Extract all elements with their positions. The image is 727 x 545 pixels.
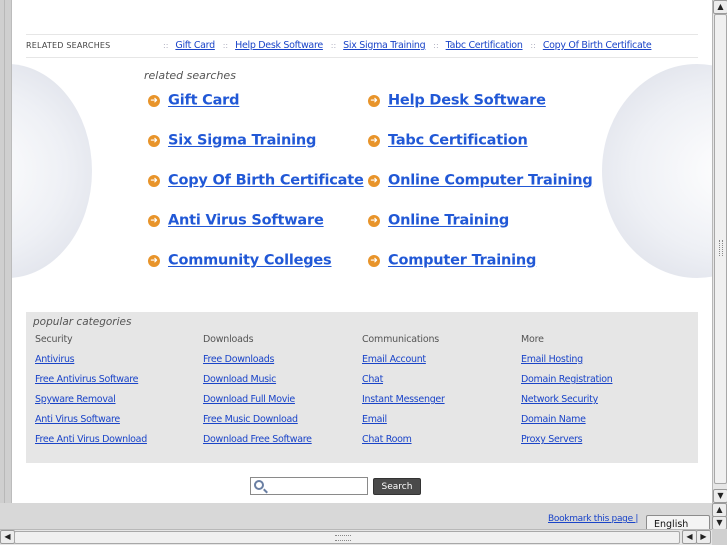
category-link[interactable]: Download Music [203, 374, 363, 394]
category-link[interactable]: Antivirus [35, 354, 195, 374]
vertical-scrollbar[interactable]: ▲ ▼ [712, 0, 727, 503]
arrow-right-icon: ➜ [368, 134, 380, 147]
related-link[interactable]: Gift Card [175, 40, 215, 51]
list-item[interactable]: ➜ Six Sigma Training [148, 130, 316, 154]
related-link[interactable]: Tabc Certification [446, 40, 523, 51]
category-link[interactable]: Free Music Download [203, 414, 363, 434]
related-link[interactable]: Six Sigma Training [343, 40, 426, 51]
scroll-left-button[interactable]: ◀ [0, 530, 15, 544]
category-link[interactable]: Spyware Removal [35, 394, 195, 414]
search-button[interactable]: Search [373, 478, 421, 495]
category-heading: Downloads [203, 334, 254, 345]
category-link[interactable]: Email [362, 414, 522, 434]
related-searches-bar: RELATED SEARCHES :: Gift Card :: Help Desk… [26, 34, 698, 58]
category-link[interactable]: Email Account [362, 354, 522, 374]
list-item[interactable]: ➜ Online Computer Training [368, 170, 593, 194]
arrow-right-icon: ➜ [148, 174, 160, 187]
separator: :: [330, 41, 337, 50]
category-link[interactable]: Instant Messenger [362, 394, 522, 414]
list-item[interactable]: ➜ Online Training [368, 210, 509, 234]
category-link[interactable]: Chat Room [362, 434, 522, 454]
category-link[interactable]: Email Hosting [521, 354, 681, 374]
related-searches-links: :: Gift Card :: Help Desk Software :: Six S… [158, 40, 652, 51]
search-link[interactable]: Tabc Certification [388, 133, 528, 149]
category-link[interactable]: Download Full Movie [203, 394, 363, 414]
category-heading: Communications [362, 334, 440, 345]
category-link[interactable]: Network Security [521, 394, 681, 414]
category-link[interactable]: Chat [362, 374, 522, 394]
separator: :: [163, 41, 169, 50]
arrow-right-icon: ➜ [368, 174, 380, 187]
category-heading: More [521, 334, 544, 345]
arrow-right-icon: ➜ [148, 214, 160, 227]
list-item[interactable]: ➜ Tabc Certification [368, 130, 528, 154]
horizontal-scroll-thumb[interactable] [14, 531, 680, 544]
related-searches-title: related searches [144, 69, 236, 82]
grip-icon [719, 240, 723, 256]
separator: :: [530, 41, 536, 50]
related-link[interactable]: Copy Of Birth Certificate [543, 40, 652, 51]
list-item[interactable]: ➜ Copy Of Birth Certificate [148, 170, 364, 194]
category-link[interactable]: Download Free Software [203, 434, 363, 454]
search-link[interactable]: Online Computer Training [388, 173, 593, 189]
list-item[interactable]: ➜ Help Desk Software [368, 90, 546, 114]
list-item[interactable]: ➜ Gift Card [148, 90, 240, 114]
list-item[interactable]: ➜ Computer Training [368, 250, 536, 274]
search-link[interactable]: Six Sigma Training [168, 133, 316, 149]
search-box[interactable] [250, 477, 368, 495]
search-link[interactable]: Online Training [388, 213, 509, 229]
category-link[interactable]: Free Antivirus Software [35, 374, 195, 394]
category-link[interactable]: Free Downloads [203, 354, 363, 374]
search-icon [254, 480, 264, 490]
search-link[interactable]: Computer Training [388, 253, 536, 269]
category-column-more: More Email Hosting Domain Registration N… [521, 334, 681, 454]
search-input[interactable] [269, 479, 365, 493]
search-link[interactable]: Gift Card [168, 93, 240, 109]
grip-icon [335, 535, 351, 541]
popular-categories: popular categories Security Antivirus Fr… [26, 312, 698, 463]
scroll-up-button[interactable]: ▲ [713, 0, 727, 14]
category-link[interactable]: Anti Virus Software [35, 414, 195, 434]
arrow-right-icon: ➜ [368, 214, 380, 227]
category-link[interactable]: Proxy Servers [521, 434, 681, 454]
category-link[interactable]: Domain Name [521, 414, 681, 434]
page-scroll-down-button[interactable]: ▼ [712, 516, 727, 530]
separator: :: [222, 41, 229, 50]
arrow-right-icon: ➜ [148, 134, 160, 147]
category-column-communications: Communications Email Account Chat Instan… [362, 334, 522, 454]
popular-categories-title: popular categories [33, 316, 132, 328]
search-link[interactable]: Community Colleges [168, 253, 332, 269]
vertical-scroll-thumb[interactable] [714, 14, 727, 484]
list-item[interactable]: ➜ Community Colleges [148, 250, 332, 274]
search-link[interactable]: Copy Of Birth Certificate [168, 173, 364, 189]
related-searches-label: RELATED SEARCHES [26, 41, 111, 50]
category-link[interactable]: Domain Registration [521, 374, 681, 394]
related-link[interactable]: Help Desk Software [235, 40, 323, 51]
arrow-right-icon: ➜ [368, 94, 380, 107]
category-column-downloads: Downloads Free Downloads Download Music … [203, 334, 363, 454]
scroll-right-button[interactable]: ▶ [696, 530, 711, 544]
scroll-down-button[interactable]: ▼ [713, 489, 727, 503]
horizontal-scrollbar[interactable]: ◀ ◀ ▶ [0, 529, 712, 545]
category-column-security: Security Antivirus Free Antivirus Softwa… [35, 334, 195, 454]
decorative-orb-right [602, 64, 712, 278]
left-gutter [0, 0, 12, 503]
scroll-left-button-2[interactable]: ◀ [682, 530, 697, 544]
bookmark-link[interactable]: Bookmark this page | [548, 514, 638, 524]
arrow-right-icon: ➜ [148, 94, 160, 107]
category-heading: Security [35, 334, 73, 345]
separator: :: [433, 41, 439, 50]
search-link[interactable]: Help Desk Software [388, 93, 546, 109]
list-item[interactable]: ➜ Anti Virus Software [148, 210, 324, 234]
decorative-orb-left [12, 64, 92, 278]
arrow-right-icon: ➜ [148, 254, 160, 267]
search-link[interactable]: Anti Virus Software [168, 213, 324, 229]
category-link[interactable]: Free Anti Virus Download [35, 434, 195, 454]
page-content: RELATED SEARCHES :: Gift Card :: Help Desk… [12, 0, 712, 503]
scrollbar-corner [712, 529, 727, 545]
page-scroll-up-button[interactable]: ▲ [712, 503, 727, 517]
arrow-right-icon: ➜ [368, 254, 380, 267]
